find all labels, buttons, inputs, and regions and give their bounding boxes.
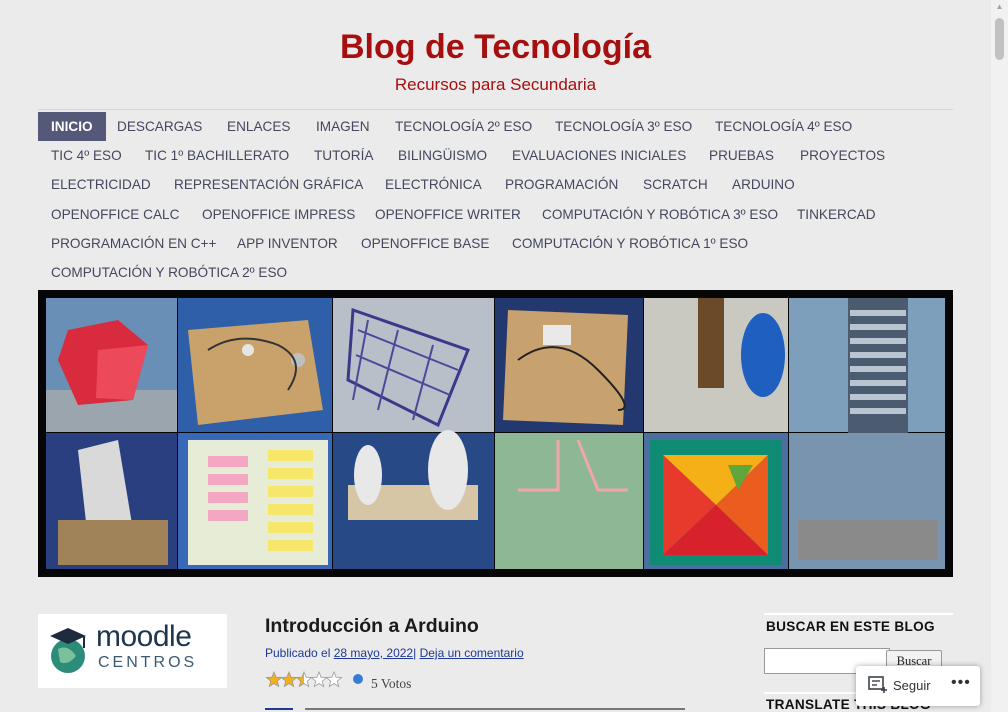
widget-divider <box>764 613 953 615</box>
rating-stars-icon[interactable] <box>265 670 365 689</box>
post-vote-count: 5 Votos <box>371 676 412 691</box>
rating-star-icon[interactable] <box>295 670 313 688</box>
nav-item-inicio[interactable]: INICIO <box>38 112 106 141</box>
rating-info-icon[interactable] <box>353 674 363 684</box>
nav-item-tutoria[interactable]: TUTORÍA <box>301 141 386 170</box>
nav-item-app-inventor[interactable]: APP INVENTOR <box>224 229 351 258</box>
post-rating[interactable] <box>265 670 365 694</box>
nav-item-pruebas[interactable]: PRUEBAS <box>696 141 787 170</box>
nav-item-openoffice-base[interactable]: OPENOFFICE BASE <box>348 229 502 258</box>
post-date-link[interactable]: 28 mayo, 2022 <box>334 646 413 660</box>
nav-item-tecnologia-2[interactable]: TECNOLOGÍA 2º ESO <box>382 112 545 141</box>
nav-item-openoffice-impress[interactable]: OPENOFFICE IMPRESS <box>189 200 368 229</box>
search-widget-title: BUSCAR EN ESTE BLOG <box>766 619 935 634</box>
site-tagline: Recursos para Secundaria <box>394 75 597 94</box>
nav-item-scratch[interactable]: SCRATCH <box>630 170 721 199</box>
nav-item-tecnologia-3[interactable]: TECNOLOGÍA 3º ESO <box>542 112 705 141</box>
rating-star-icon[interactable] <box>280 670 298 688</box>
vertical-scrollbar[interactable]: ▲ <box>991 0 1008 712</box>
scroll-up-arrow-icon[interactable]: ▲ <box>991 0 1008 14</box>
nav-item-tic-1-bach[interactable]: TIC 1º BACHILLERATO <box>132 141 302 170</box>
nav-item-tinkercad[interactable]: TINKERCAD <box>784 200 889 229</box>
nav-item-programacion-cpp[interactable]: PROGRAMACIÓN EN C++ <box>38 229 229 258</box>
page: Blog de Tecnología Recursos para Secunda… <box>0 0 991 712</box>
nav-item-evaluaciones[interactable]: EVALUACIONES INICIALES <box>499 141 699 170</box>
post-excerpt-cutoff <box>265 703 695 712</box>
post-title[interactable]: Introducción a Arduino <box>265 615 479 638</box>
follow-button[interactable]: Seguir <box>893 678 931 693</box>
nav-item-tecnologia-4[interactable]: TECNOLOGÍA 4º ESO <box>702 112 865 141</box>
nav-item-openoffice-writer[interactable]: OPENOFFICE WRITER <box>362 200 534 229</box>
moodle-logo-word: moodle <box>96 620 192 653</box>
nav-item-descargas[interactable]: DESCARGAS <box>104 112 215 141</box>
left-sidebar: moodle CENTROS <box>38 614 227 688</box>
post-published-prefix: Publicado el <box>265 646 334 660</box>
nav-item-electronica[interactable]: ELECTRÓNICA <box>372 170 495 199</box>
more-options-icon[interactable]: ••• <box>951 674 971 692</box>
nav-item-comp-robotica-2[interactable]: COMPUTACIÓN Y ROBÓTICA 2º ESO <box>38 258 300 287</box>
post-meta: Publicado el 28 mayo, 2022| Deja un come… <box>265 646 524 660</box>
post-comment-link[interactable]: Deja un comentario <box>420 646 524 660</box>
nav-item-comp-robotica-1[interactable]: COMPUTACIÓN Y ROBÓTICA 1º ESO <box>499 229 761 258</box>
nav-item-programacion[interactable]: PROGRAMACIÓN <box>492 170 631 199</box>
rating-star-icon[interactable] <box>310 670 328 688</box>
header-banner-collage <box>38 290 953 577</box>
nav-item-openoffice-calc[interactable]: OPENOFFICE CALC <box>38 200 192 229</box>
rating-star-icon[interactable] <box>265 670 283 688</box>
nav-item-imagen[interactable]: IMAGEN <box>303 112 383 141</box>
nav-item-representacion[interactable]: REPRESENTACIÓN GRÁFICA <box>161 170 376 199</box>
header-divider <box>38 109 953 110</box>
follow-reader-icon[interactable] <box>868 676 888 694</box>
rating-star-icon[interactable] <box>325 670 343 688</box>
nav-item-arduino[interactable]: ARDUINO <box>719 170 808 199</box>
nav-item-bilinguismo[interactable]: BILINGÜISMO <box>385 141 500 170</box>
moodle-logo-subword: CENTROS <box>98 654 198 671</box>
follow-bar: Seguir ••• <box>856 666 980 706</box>
site-title[interactable]: Blog de Tecnología <box>0 28 991 67</box>
scrollbar-thumb[interactable] <box>995 18 1004 60</box>
nav-item-tic-4[interactable]: TIC 4º ESO <box>38 141 135 170</box>
banner-photo-collage <box>38 290 953 577</box>
nav-item-comp-robotica-3[interactable]: COMPUTACIÓN Y ROBÓTICA 3º ESO <box>529 200 791 229</box>
moodle-centros-logo[interactable]: moodle CENTROS <box>38 614 227 688</box>
nav-item-enlaces[interactable]: ENLACES <box>214 112 303 141</box>
nav-item-proyectos[interactable]: PROYECTOS <box>787 141 898 170</box>
nav-item-electricidad[interactable]: ELECTRICIDAD <box>38 170 164 199</box>
